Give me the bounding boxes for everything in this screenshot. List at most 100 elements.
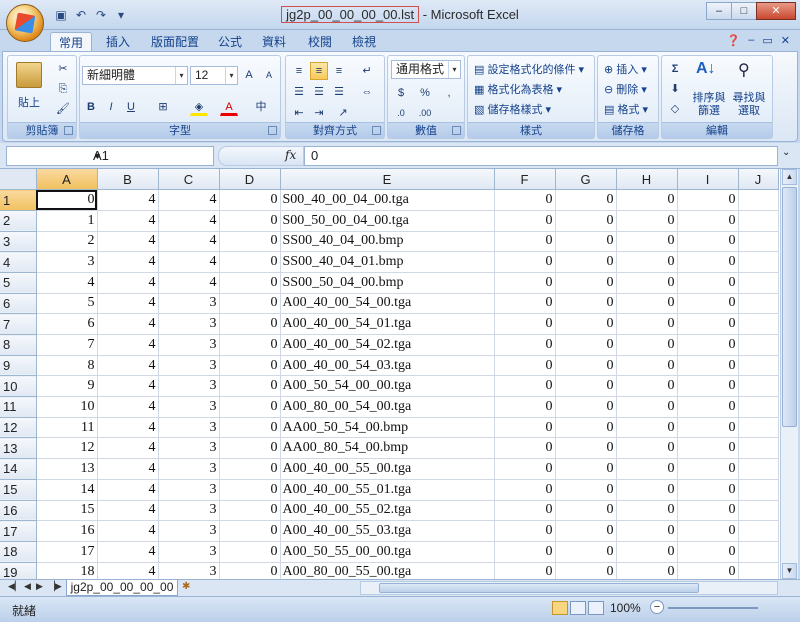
cell[interactable]: 0 xyxy=(616,479,678,501)
row-header[interactable]: 15 xyxy=(0,479,37,501)
alignment-launcher-icon[interactable] xyxy=(372,126,381,135)
cell[interactable]: 4 xyxy=(97,500,159,522)
phonetic-icon[interactable]: 中 xyxy=(252,98,270,116)
row-header[interactable]: 4 xyxy=(0,251,37,273)
tab-insert[interactable]: 插入 xyxy=(100,32,136,52)
cell[interactable]: 9 xyxy=(36,375,98,398)
cell[interactable]: 0 xyxy=(219,334,281,356)
font-size-combo[interactable]: 12 ▾ xyxy=(190,66,238,85)
row-header[interactable]: 3 xyxy=(0,231,37,253)
sheet-tab[interactable]: jg2p_00_00_00_00 xyxy=(66,580,178,596)
row-header[interactable]: 5 xyxy=(0,272,37,294)
cell[interactable]: 4 xyxy=(97,210,159,232)
cell[interactable]: 0 xyxy=(555,293,617,315)
cell[interactable]: A00_80_00_55_00.tga xyxy=(280,562,495,579)
increase-indent-icon[interactable]: ⇥ xyxy=(310,104,328,122)
cell[interactable]: 0 xyxy=(677,251,739,273)
cell[interactable]: 4 xyxy=(97,231,159,253)
row-header[interactable]: 19 xyxy=(0,562,37,579)
cell[interactable]: A00_80_00_54_00.tga xyxy=(280,396,495,418)
cell[interactable]: 0 xyxy=(616,458,678,480)
autosum-icon[interactable]: Σ xyxy=(666,60,684,78)
tab-review[interactable]: 校閱 xyxy=(302,32,338,52)
cell[interactable]: 0 xyxy=(494,396,556,418)
cell[interactable]: 4 xyxy=(97,562,159,579)
cell[interactable]: A00_40_00_55_02.tga xyxy=(280,500,495,522)
formula-input[interactable]: 0 xyxy=(304,146,778,166)
find-binoculars-icon[interactable]: ⚲ xyxy=(738,60,762,82)
delete-cells-button[interactable]: ⊖ 刪除 ▾ xyxy=(604,81,647,97)
cell[interactable]: 0 xyxy=(494,272,556,294)
cell[interactable]: 4 xyxy=(36,272,98,294)
cell[interactable]: 0 xyxy=(616,520,678,542)
cell[interactable]: 13 xyxy=(36,458,98,480)
cell[interactable]: 0 xyxy=(555,541,617,563)
cell[interactable]: 3 xyxy=(158,562,220,579)
cell[interactable]: 3 xyxy=(158,334,220,356)
name-box[interactable]: A1 ▼ xyxy=(6,146,214,166)
cell[interactable]: 0 xyxy=(616,396,678,418)
cell[interactable]: 4 xyxy=(97,396,159,418)
cell[interactable]: SS00_40_04_01.bmp xyxy=(280,251,495,273)
cell[interactable]: SS00_40_04_00.bmp xyxy=(280,231,495,253)
column-header[interactable]: F xyxy=(494,169,556,191)
decrease-decimal-icon[interactable]: .00 xyxy=(416,104,434,122)
maximize-button[interactable]: □ xyxy=(731,2,757,20)
font-color-icon[interactable]: A xyxy=(220,98,238,116)
cell[interactable] xyxy=(738,313,779,335)
number-launcher-icon[interactable] xyxy=(452,126,461,135)
cell[interactable]: 3 xyxy=(158,375,220,398)
cell[interactable]: 6 xyxy=(36,313,98,335)
cell[interactable]: 0 xyxy=(616,541,678,563)
number-format-combo[interactable]: 通用格式 ▾ xyxy=(391,60,461,79)
cell[interactable]: A00_40_00_55_03.tga xyxy=(280,520,495,542)
cell[interactable] xyxy=(738,437,779,460)
next-sheet-icon[interactable]: ▶ xyxy=(36,581,43,592)
cell[interactable]: 0 xyxy=(219,293,281,315)
cell[interactable]: 0 xyxy=(677,458,739,480)
cell[interactable]: 3 xyxy=(36,251,98,273)
active-cell[interactable]: 0 xyxy=(36,189,98,211)
column-header[interactable]: J xyxy=(738,169,779,191)
tab-view[interactable]: 檢視 xyxy=(346,32,382,52)
paste-button[interactable]: 貼上 xyxy=(18,94,40,110)
cell[interactable] xyxy=(738,293,779,315)
cell[interactable]: 0 xyxy=(219,313,281,335)
align-middle-icon[interactable]: ≡ xyxy=(310,62,328,80)
format-cells-button[interactable]: ▤ 格式 ▾ xyxy=(604,101,648,117)
cell[interactable]: 0 xyxy=(555,520,617,542)
cell[interactable]: 0 xyxy=(219,355,281,377)
cell-styles-button[interactable]: ▧ 儲存格樣式 ▾ xyxy=(474,101,551,117)
cell[interactable]: 0 xyxy=(555,458,617,480)
decrease-indent-icon[interactable]: ⇤ xyxy=(290,104,308,122)
cell[interactable] xyxy=(738,500,779,522)
fill-color-icon[interactable]: ◈ xyxy=(190,98,208,116)
cell[interactable]: 5 xyxy=(36,293,98,315)
cell[interactable]: 0 xyxy=(677,479,739,501)
cell[interactable]: 0 xyxy=(219,562,281,579)
cell[interactable]: AA00_80_54_00.bmp xyxy=(280,437,495,460)
fill-icon[interactable]: ⬇ xyxy=(666,80,684,98)
cell[interactable]: 0 xyxy=(219,520,281,542)
cell[interactable]: 0 xyxy=(494,458,556,480)
cell[interactable]: 0 xyxy=(616,210,678,232)
cell[interactable]: 0 xyxy=(616,500,678,522)
cell[interactable]: 4 xyxy=(97,189,159,211)
cell[interactable]: 0 xyxy=(494,355,556,377)
row-header[interactable]: 8 xyxy=(0,334,37,356)
cell[interactable]: A00_40_00_54_01.tga xyxy=(280,313,495,335)
page-break-view-icon[interactable] xyxy=(588,601,604,615)
cell[interactable]: 0 xyxy=(555,396,617,418)
cell[interactable]: 4 xyxy=(97,334,159,356)
cell[interactable] xyxy=(738,251,779,273)
minimize-button[interactable]: – xyxy=(706,2,732,20)
cell[interactable]: 3 xyxy=(158,396,220,418)
cell[interactable]: 0 xyxy=(494,231,556,253)
cell[interactable]: 0 xyxy=(616,251,678,273)
cell[interactable]: 4 xyxy=(158,210,220,232)
insert-function-icon[interactable]: fx xyxy=(285,148,296,162)
grow-font-icon[interactable]: A xyxy=(240,66,258,84)
row-header[interactable]: 7 xyxy=(0,313,37,335)
align-top-icon[interactable]: ≡ xyxy=(290,62,308,80)
clipboard-launcher-icon[interactable] xyxy=(64,126,73,135)
